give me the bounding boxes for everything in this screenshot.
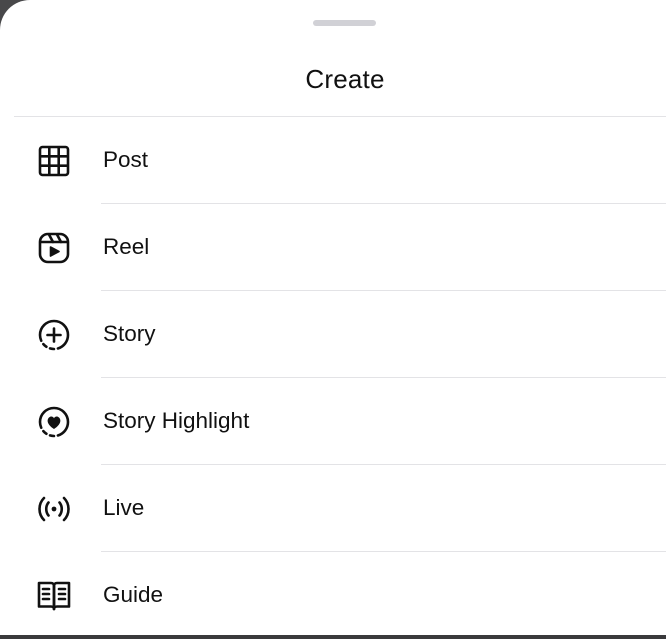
create-bottom-sheet: Create Post Reel Story Story Highlight L… <box>0 0 666 635</box>
menu-item-reel[interactable]: Reel <box>0 204 666 291</box>
menu-item-label: Live <box>103 495 145 520</box>
menu-item-label: Story Highlight <box>103 408 250 433</box>
story-highlight-icon <box>34 402 74 442</box>
menu-item-guide[interactable]: Guide <box>0 552 666 639</box>
live-icon <box>34 489 74 529</box>
menu-item-story-highlight[interactable]: Story Highlight <box>0 378 666 465</box>
menu-item-live[interactable]: Live <box>0 465 666 552</box>
grid-icon <box>34 141 74 181</box>
create-menu: Post Reel Story Story Highlight Live Gui… <box>0 117 666 639</box>
menu-item-label: Reel <box>103 234 150 259</box>
menu-item-label: Story <box>103 321 156 346</box>
menu-item-story[interactable]: Story <box>0 291 666 378</box>
reel-icon <box>34 228 74 268</box>
guide-icon <box>34 576 74 616</box>
story-add-icon <box>34 315 74 355</box>
sheet-title: Create <box>305 64 385 94</box>
menu-item-post[interactable]: Post <box>0 117 666 204</box>
menu-item-label: Guide <box>103 582 164 607</box>
sheet-grabber-handle[interactable] <box>313 20 376 26</box>
menu-item-label: Post <box>103 147 149 172</box>
